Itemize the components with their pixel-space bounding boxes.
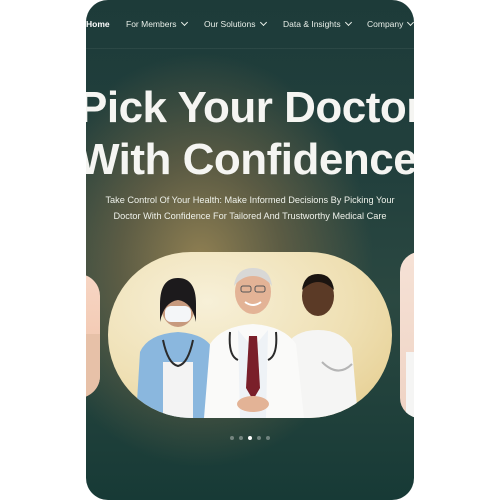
nav-company-label: Company	[367, 19, 404, 29]
hero-headline: Pick Your Doctor With Confidence	[86, 82, 414, 186]
carousel-dot-2[interactable]	[239, 436, 243, 440]
hero-headline-line2: With Confidence	[86, 135, 414, 184]
hero-subtitle: Take Control Of Your Health: Make Inform…	[86, 192, 414, 224]
carousel-slide-previous[interactable]	[86, 274, 100, 398]
nav-home-label: Home	[86, 19, 110, 29]
carousel-slide-next[interactable]	[400, 252, 414, 418]
nav-home[interactable]: Home	[86, 19, 110, 29]
carousel-pagination	[86, 436, 414, 440]
chevron-down-icon	[259, 18, 267, 27]
slide-previous-image	[86, 334, 100, 398]
chevron-down-icon	[407, 18, 414, 27]
chevron-down-icon	[180, 18, 188, 27]
carousel-dot-3[interactable]	[248, 436, 252, 440]
chevron-down-icon	[344, 18, 352, 27]
app-screen: Home For Members Our Solutions Data & In…	[86, 0, 414, 500]
carousel-slide-active[interactable]	[108, 252, 392, 418]
hero-headline-line1: Pick Your Doctor	[86, 83, 414, 132]
main-nav: Home For Members Our Solutions Data & In…	[86, 0, 414, 49]
nav-our-solutions-label: Our Solutions	[204, 19, 256, 29]
carousel-dot-1[interactable]	[230, 436, 234, 440]
nav-data-insights-label: Data & Insights	[283, 19, 341, 29]
nav-our-solutions[interactable]: Our Solutions	[204, 18, 267, 29]
nav-company[interactable]: Company	[367, 18, 414, 29]
nav-for-members[interactable]: For Members	[126, 18, 188, 29]
carousel-dot-4[interactable]	[257, 436, 261, 440]
hero-subtitle-line1: Take Control Of Your Health: Make Inform…	[105, 195, 395, 205]
nav-data-insights[interactable]: Data & Insights	[283, 18, 352, 29]
nav-for-members-label: For Members	[126, 19, 177, 29]
slide-next-image	[406, 352, 414, 418]
doctors-illustration	[136, 268, 358, 418]
hero-subtitle-line2: Doctor With Confidence For Tailored And …	[113, 211, 387, 221]
carousel-dot-5[interactable]	[266, 436, 270, 440]
